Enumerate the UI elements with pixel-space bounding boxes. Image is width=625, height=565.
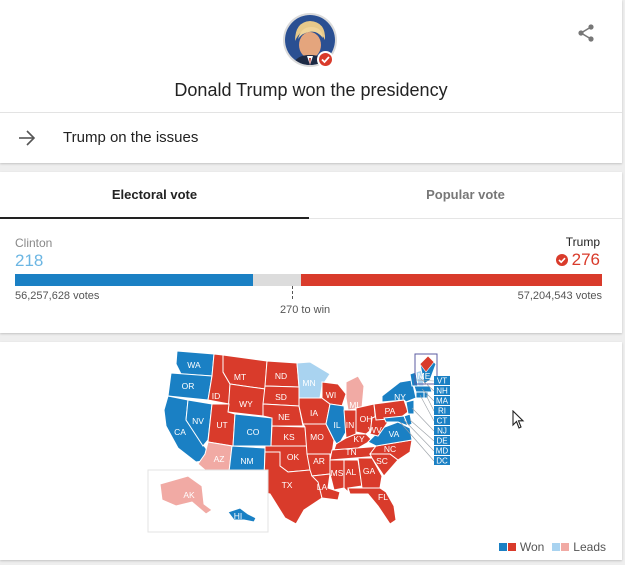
svg-text:OR: OR (182, 381, 195, 391)
northeast-label-dc: DC (436, 456, 448, 465)
northeast-label-md: MD (436, 446, 449, 455)
svg-text:WV: WV (368, 425, 382, 435)
trump-electoral-votes-row: 276 (555, 250, 600, 270)
header-card: Donald Trump won the presidency Trump on… (0, 0, 622, 163)
northeast-label-vt: VT (437, 376, 447, 385)
svg-text:IL: IL (333, 420, 340, 430)
winner-header: Donald Trump won the presidency (0, 0, 622, 113)
svg-text:ND: ND (275, 371, 287, 381)
winner-check-icon (317, 51, 334, 68)
legend-trump-won-swatch (507, 543, 516, 551)
trump-name: Trump (565, 235, 600, 249)
svg-text:NE: NE (278, 412, 290, 422)
legend-leads-label: Leads (573, 540, 606, 554)
svg-text:AZ: AZ (214, 454, 225, 464)
trump-bar (300, 274, 602, 286)
svg-text:FL: FL (378, 492, 388, 502)
northeast-label-de: DE (436, 436, 447, 445)
win-threshold-marker (292, 286, 293, 299)
svg-text:AK: AK (183, 490, 195, 500)
svg-text:WI: WI (326, 390, 336, 400)
winner-check-icon (555, 254, 568, 266)
svg-text:TN: TN (345, 447, 356, 457)
state-fl[interactable] (347, 487, 397, 525)
svg-text:NM: NM (240, 456, 253, 466)
northeast-label-nh: NH (436, 386, 448, 395)
svg-text:WY: WY (239, 399, 253, 409)
svg-text:LA: LA (317, 482, 328, 492)
trump-popular-votes: 57,204,543 votes (517, 290, 602, 302)
issues-link-label: Trump on the issues (63, 129, 199, 146)
svg-text:KY: KY (353, 434, 365, 444)
svg-text:IN: IN (346, 420, 355, 430)
svg-text:KS: KS (283, 432, 295, 442)
legend-clinton-won-swatch (498, 543, 507, 551)
map-card: VT NH MA RI CT NJ DE MD DC WA OR CA NV ID MT WY … (0, 342, 622, 560)
svg-text:AL: AL (346, 467, 357, 477)
svg-text:ME: ME (418, 371, 431, 381)
northeast-label-ri: RI (438, 406, 446, 415)
legend-clinton-leads-swatch (552, 543, 561, 551)
northeast-label-ma: MA (436, 396, 449, 405)
map-legend: Won Leads (498, 540, 606, 554)
svg-text:PA: PA (385, 406, 396, 416)
clinton-name: Clinton (15, 236, 53, 250)
clinton-electoral-votes: 218 (15, 251, 44, 270)
electoral-map[interactable]: VTNHMARICTNJDEMDDC WA OR CA NV ID MT WY … (0, 342, 622, 560)
svg-text:ID: ID (212, 391, 221, 401)
state-nj[interactable] (405, 399, 415, 415)
svg-text:AR: AR (313, 456, 325, 466)
headline: Donald Trump won the presidency (174, 80, 448, 100)
svg-text:TX: TX (282, 480, 293, 490)
northeast-label-nj: NJ (437, 426, 447, 435)
svg-text:HI: HI (234, 511, 243, 521)
tab-popular-vote[interactable]: Popular vote (309, 172, 622, 219)
legend-won-label: Won (519, 540, 545, 554)
svg-text:MN: MN (302, 378, 315, 388)
clinton-popular-votes: 56,257,628 votes (15, 290, 100, 302)
svg-text:NV: NV (192, 416, 204, 426)
legend-trump-leads-swatch (561, 543, 570, 551)
svg-text:OH: OH (360, 414, 373, 424)
svg-text:SD: SD (275, 392, 287, 402)
svg-text:GA: GA (363, 466, 376, 476)
tab-electoral-vote[interactable]: Electoral vote (0, 172, 309, 219)
clinton-bar (15, 274, 253, 286)
mouse-cursor-icon (512, 410, 525, 429)
northeast-label-ct: CT (437, 416, 448, 425)
svg-text:CA: CA (174, 427, 186, 437)
electoral-vote-bar (15, 274, 602, 286)
results-card: Electoral vote Popular vote Clinton 218 … (0, 172, 622, 333)
svg-text:MO: MO (310, 432, 324, 442)
win-threshold-label: 270 to win (280, 304, 331, 316)
arrow-right-icon (17, 129, 37, 147)
svg-text:NY: NY (394, 392, 406, 402)
svg-text:UT: UT (216, 420, 227, 430)
svg-text:MT: MT (234, 372, 246, 382)
svg-text:IA: IA (310, 408, 318, 418)
svg-text:CO: CO (247, 427, 260, 437)
trump-electoral-votes: 276 (571, 250, 600, 269)
share-icon[interactable] (575, 22, 597, 44)
northeast-state-boxes: VTNHMARICTNJDEMDDC (434, 376, 450, 465)
svg-text:NC: NC (384, 444, 396, 454)
issues-link[interactable]: Trump on the issues (0, 113, 622, 163)
svg-text:MS: MS (331, 468, 344, 478)
svg-text:SC: SC (376, 456, 388, 466)
svg-text:WA: WA (187, 360, 201, 370)
svg-text:MI: MI (349, 400, 358, 410)
svg-text:OK: OK (287, 452, 300, 462)
svg-text:VA: VA (389, 429, 400, 439)
